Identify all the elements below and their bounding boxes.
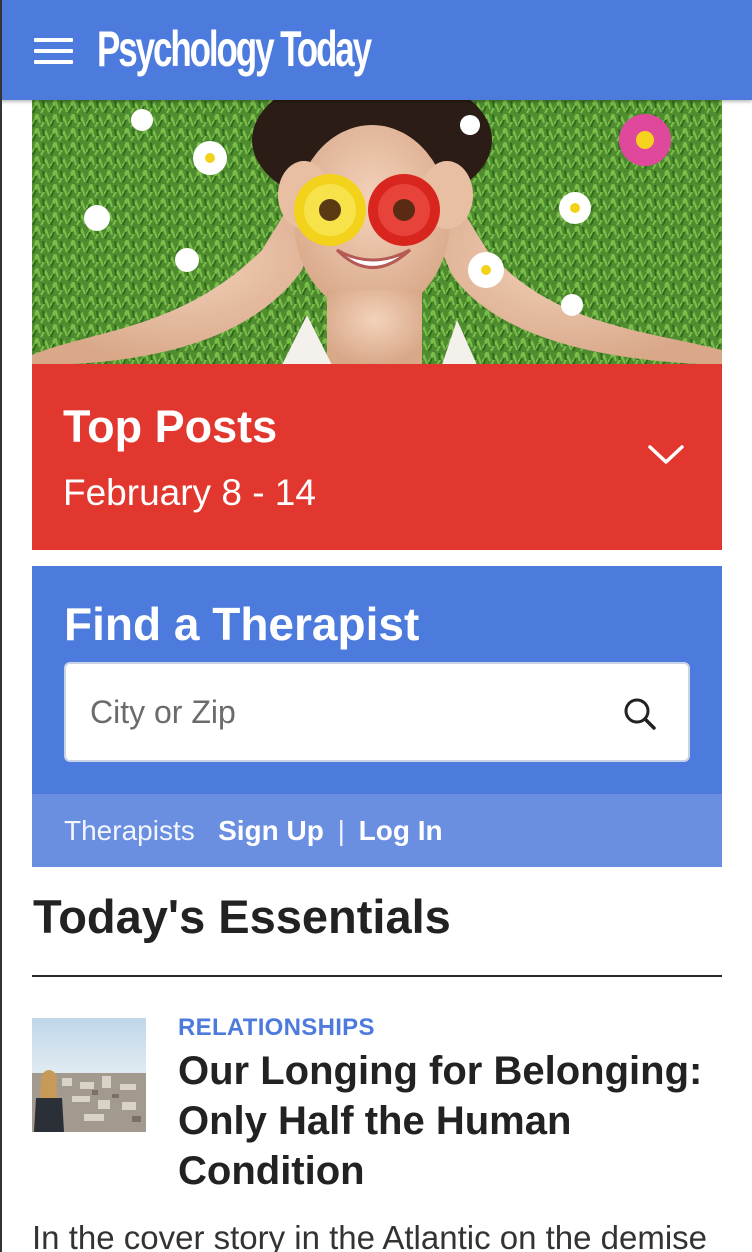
location-search-box[interactable]	[64, 662, 690, 762]
article-title[interactable]: Our Longing for Belonging: Only Half the…	[178, 1046, 718, 1196]
essentials-heading: Today's Essentials	[33, 890, 451, 943]
hero-image[interactable]	[32, 100, 722, 365]
article-thumbnail[interactable]	[32, 1018, 146, 1132]
hamburger-icon[interactable]	[34, 38, 74, 66]
therapists-label: Therapists	[64, 815, 195, 846]
finder-title: Find a Therapist	[64, 598, 420, 650]
city-zip-input[interactable]	[90, 684, 590, 740]
site-header: Psychology Today	[0, 0, 752, 100]
left-edge	[0, 0, 2, 1252]
sign-up-link[interactable]: Sign Up	[218, 815, 324, 846]
article-category[interactable]: RELATIONSHIPS	[178, 1014, 375, 1042]
log-in-link[interactable]: Log In	[359, 815, 443, 846]
therapist-finder: Find a Therapist Therapists Sign Up | Lo…	[32, 566, 722, 867]
section-divider	[32, 975, 722, 977]
top-posts-banner[interactable]: Top Posts February 8 - 14	[32, 364, 722, 550]
link-separator: |	[337, 815, 345, 846]
site-logo[interactable]: Psychology Today	[97, 16, 372, 82]
article-excerpt: In the cover story in the Atlantic on th…	[32, 1219, 708, 1252]
top-posts-date-range: February 8 - 14	[63, 472, 316, 513]
chevron-down-icon[interactable]	[648, 444, 684, 466]
top-posts-title: Top Posts	[63, 401, 278, 452]
therapist-account-bar: Therapists Sign Up | Log In	[32, 794, 722, 867]
search-icon[interactable]	[622, 696, 658, 732]
